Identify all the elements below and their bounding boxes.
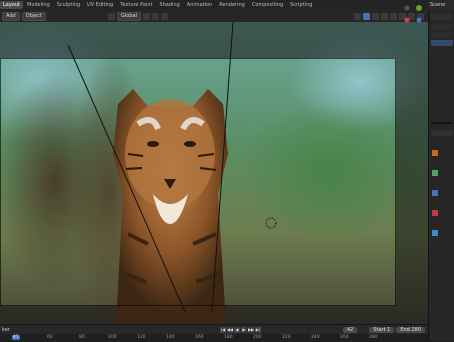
physics-properties-icon[interactable] (432, 230, 438, 236)
ruler-tick: 260 (340, 335, 349, 340)
ruler-tick: 240 (311, 335, 320, 340)
jump-end-icon[interactable]: ▶| (254, 326, 261, 333)
navigation-gizmo[interactable] (395, 2, 425, 28)
scene-properties-icon[interactable] (432, 170, 438, 176)
ruler-tick: 220 (282, 335, 291, 340)
timeline-menu-label[interactable]: ker (2, 327, 10, 333)
play-icon[interactable]: ▶ (240, 326, 247, 333)
object-menu-button[interactable]: Object (21, 11, 46, 21)
outliner-row[interactable] (431, 24, 453, 30)
add-menu-button[interactable]: Add (2, 11, 20, 21)
tab-layout[interactable]: Layout (0, 1, 23, 9)
xray-icon[interactable] (381, 12, 388, 20)
3d-cursor-icon (265, 217, 277, 229)
visibility-icon[interactable] (354, 12, 361, 20)
ruler-tick: 80 (79, 335, 85, 340)
transform-orientation-icon[interactable] (107, 12, 115, 20)
ruler-tick: 200 (253, 335, 262, 340)
tab-scripting[interactable]: Scripting (287, 1, 315, 9)
tab-sculpting[interactable]: Sculpting (54, 1, 83, 9)
pivot-icon[interactable] (142, 12, 150, 20)
start-value: 1 (387, 326, 391, 333)
tab-animation[interactable]: Animation (184, 1, 216, 9)
timeline-header: ker |◀ ◀◀ ◀ ▶ ▶▶ ▶| 42 Start 1 End 280 (0, 325, 428, 334)
tab-modeling[interactable]: Modeling (24, 1, 53, 9)
render-properties-icon[interactable] (432, 150, 438, 156)
panel-divider (431, 122, 453, 124)
3d-viewport[interactable] (0, 22, 428, 324)
tab-uv-editing[interactable]: UV Editing (84, 1, 116, 9)
scene-selector[interactable]: Scene (428, 0, 454, 10)
jump-start-icon[interactable]: |◀ (219, 326, 226, 333)
start-label: Start (373, 326, 386, 333)
tab-shading[interactable]: Shading (156, 1, 182, 9)
right-side-panel (428, 10, 454, 341)
ruler-tick: 280 (369, 335, 378, 340)
scene-label: Scene (430, 2, 446, 8)
orientation-dropdown[interactable]: Global (116, 11, 141, 21)
tab-texture-paint[interactable]: Texture Paint (117, 1, 155, 9)
ruler-tick: 100 (108, 335, 117, 340)
play-reverse-icon[interactable]: ◀ (233, 326, 240, 333)
tab-compositing[interactable]: Compositing (249, 1, 286, 9)
current-frame-field[interactable]: 42 (342, 326, 358, 333)
proportional-editing-icon[interactable] (160, 12, 168, 20)
timeline: ker |◀ ◀◀ ◀ ▶ ▶▶ ▶| 42 Start 1 End 280 4… (0, 324, 428, 342)
outliner-row[interactable] (431, 14, 453, 20)
prev-keyframe-icon[interactable]: ◀◀ (226, 326, 233, 333)
tab-rendering[interactable]: Rendering (216, 1, 248, 9)
viewport-header: Add Object Global (0, 10, 428, 22)
playhead-frame[interactable]: 41 (12, 335, 20, 340)
start-frame-field[interactable]: Start 1 (369, 326, 395, 333)
end-label: End (400, 326, 410, 333)
end-value: 280 (411, 326, 421, 333)
object-properties-icon[interactable] (432, 190, 438, 196)
camera-lines (67, 22, 277, 313)
outliner-row-selected[interactable] (431, 40, 453, 46)
snap-icon[interactable] (151, 12, 159, 20)
ruler-tick: 60 (47, 335, 53, 340)
next-keyframe-icon[interactable]: ▶▶ (247, 326, 254, 333)
material-properties-icon[interactable] (432, 210, 438, 216)
ruler-tick: 160 (195, 335, 204, 340)
gizmo-icon[interactable] (363, 12, 370, 20)
ruler-tick: 180 (224, 335, 233, 340)
properties-header (431, 130, 453, 136)
overlay-icon[interactable] (372, 12, 379, 20)
ruler-tick: 120 (137, 335, 146, 340)
ruler-tick: 140 (166, 335, 175, 340)
workspace-bar: Layout Modeling Sculpting UV Editing Tex… (0, 0, 428, 10)
outliner-row[interactable] (431, 32, 453, 38)
end-frame-field[interactable]: End 280 (396, 326, 425, 333)
